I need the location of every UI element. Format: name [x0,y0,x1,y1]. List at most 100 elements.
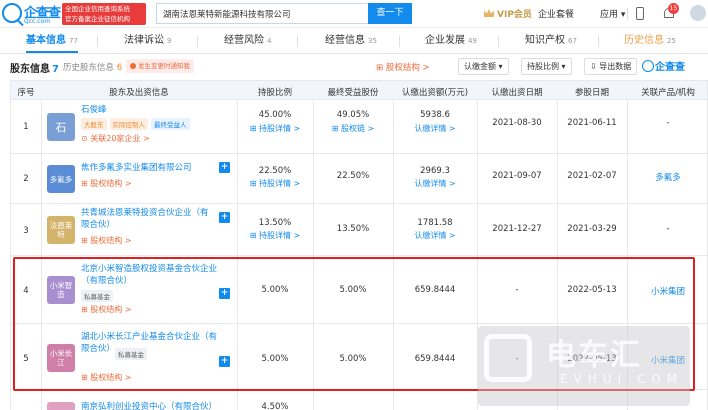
main-tabs: 基本信息 77 法律诉讼 9 经营风险 4 经营信息 35 企业发展 49 知识产权 67 … [0,32,708,54]
product-value: - [666,118,670,128]
col-divider [41,100,42,153]
history-count: 6 [116,63,123,73]
tab-operation[interactable]: 经营信息 35 [325,32,377,53]
table-header: 序号 股东及出资信息 持股比例 最终受益股份 认缴出资额(万元) 认缴出资日期 … [10,80,708,100]
amount-detail-link[interactable]: 认缴详情 > [393,123,477,134]
tab-label: 企业发展 [425,35,465,46]
shareholder-name-link[interactable]: 石俊峰 [81,104,221,116]
tab-count: 77 [69,37,78,45]
row-index: 5 [23,354,29,364]
product-link[interactable]: 多氟多 [627,171,708,183]
shareholder-avatar [47,402,75,410]
row-index: 4 [23,286,29,296]
table-row: 3 法恩莱特 共青城法恩莱特投资合伙企业（有限合伙） ⊞ 股权结构 > + 13… [10,204,708,256]
top-header: 企查查 Qcc.com 全国企业信用查询系统 官方备案企业征信机构 湖南法恩莱特… [0,0,708,28]
ratio-detail-link[interactable]: ⊞ 持股详情 > [237,178,313,189]
equity-structure-link[interactable]: ⊞ 股权结构 > [81,304,132,315]
col-sub-date: 认缴出资日期 [491,88,543,98]
tab-legal[interactable]: 法律诉讼 9 [124,32,171,53]
search-button[interactable]: 查一下 [368,3,412,24]
tab-count: 25 [667,37,676,45]
shareholder-avatar: 法恩莱特 [47,216,75,244]
section-title: 股东信息 7 [10,60,59,75]
shareholder-name-link[interactable]: 共青城法恩莱特投资合伙企业（有限合伙） [81,207,215,231]
row-index: 1 [23,122,29,132]
equity-structure-link[interactable]: ⊞ 股权结构 > [81,372,132,383]
equity-structure-link[interactable]: ⊞ 股权结构 > [376,61,430,73]
product-link[interactable]: 小米集团 [627,285,708,297]
filter-ratio-dropdown[interactable]: 持股比例 ▾ [521,58,572,75]
logo-subtext: Qcc.com [24,18,51,25]
history-shareholders-link[interactable]: 历史股东信息 6 [63,61,122,73]
col-divider [313,390,314,410]
shareholder-name-link[interactable]: 焦作多氟多实业集团有限公司 [81,162,219,174]
expand-plus-button[interactable]: + [219,288,230,299]
nav-divider [627,8,628,20]
qcc-brand: 企查查 [642,58,685,75]
amount-value: 2969.3 [420,166,450,176]
badge-line-2: 官方备案企业征信机构 [65,15,130,23]
tab-risk[interactable]: 经营风险 4 [224,32,271,53]
vip-label: VIP会员 [497,10,532,20]
ratio-value: 45.00% [258,110,292,120]
tab-label: 经营信息 [325,35,365,46]
equity-structure-link[interactable]: ⊞ 股权结构 > [81,235,132,246]
nav-apps[interactable]: 应用 ▾ [600,7,625,20]
shareholder-name-link[interactable]: 南京弘利创业投资中心（有限合伙） [81,401,231,410]
table-row: 2 多氟多 焦作多氟多实业集团有限公司 ⊞ 股权结构 > + 22.50% ⊞ … [10,154,708,204]
amount-detail-link[interactable]: 认缴详情 > [393,178,477,189]
ratio-detail-link[interactable]: ⊞ 持股详情 > [237,230,313,241]
shareholder-avatar: 多氟多 [47,165,75,193]
tab-count: 67 [568,37,577,45]
ratio-value: 5.00% [261,354,289,364]
expand-plus-button[interactable]: + [219,212,230,223]
col-amount: 认缴出资额(万元) [401,88,469,98]
user-avatar[interactable] [690,5,706,21]
tab-ip[interactable]: 知识产权 67 [525,32,577,53]
nav-enterprise-suite[interactable]: 企业套餐 [538,7,574,20]
expand-plus-button[interactable]: + [219,162,230,173]
ratio-detail-link[interactable]: ⊞ 持股详情 > [237,123,313,134]
notify-label: 发生变更时通知我 [138,62,190,70]
row-index: 3 [23,226,29,236]
expand-plus-button[interactable]: + [219,356,230,367]
equity-structure-link[interactable]: ⊞ 股权结构 > [81,178,132,189]
related-companies-link[interactable]: ⊙ 关联20家企业 > [81,133,150,144]
notification-count: 15 [668,3,679,14]
tab-history[interactable]: 历史信息 25 [624,32,676,53]
shareholder-name-link[interactable]: 湖北小米长江产业基金合伙企业（有限合伙） [81,331,221,355]
search-input[interactable]: 湖南法恩莱特新能源科技有限公司 [156,3,368,24]
qcc-logo[interactable]: 企查查 Qcc.com [2,2,61,26]
benefit-value: 13.50% [336,224,370,234]
col-divider [41,154,42,203]
section-title-text: 股东信息 [10,64,50,75]
watermark-text: 电车汇 [546,338,642,373]
ratio-value: 4.50% [261,402,289,410]
shareholder-name-link[interactable]: 北京小米智造股权投资基金合伙企业（有限合伙） [81,263,221,287]
phone-icon[interactable] [636,7,644,20]
col-index: 序号 [17,88,35,98]
filter-amount-dropdown[interactable]: 认缴金额 ▾ [458,58,509,75]
table-row: 4 小米智造 北京小米智造股权投资基金合伙企业（有限合伙） 私募基金 ⊞ 股权结… [10,256,708,324]
notify-change-button[interactable]: 发生变更时通知我 [126,59,194,73]
col-divider [41,324,42,389]
shareholder-tags: 私募基金 [81,290,116,302]
equity-label: 股权结构 [90,236,123,245]
vip-link[interactable]: VIP会员 [484,7,532,20]
section-count: 7 [52,64,59,75]
col-product: 关联产品/机构 [641,88,695,98]
tab-separator [297,36,298,47]
equity-label: 股权结构 [90,305,123,314]
amount-value: 659.8444 [414,354,456,364]
shareholder-avatar: 小米智造 [47,276,75,304]
tab-label: 法律诉讼 [124,35,164,46]
export-button[interactable]: ⇩ 导出数据 [584,58,638,75]
tab-basic-info[interactable]: 基本信息 77 [26,32,78,53]
detail-label: 持股详情 [259,124,291,133]
tab-development[interactable]: 企业发展 49 [425,32,477,53]
related-label: 关联20家企业 [90,134,141,143]
equity-chain-link[interactable]: ⊞ 股权链 > [313,123,393,134]
join-date-value: 2021-02-07 [567,171,617,181]
amount-detail-link[interactable]: 认缴详情 > [393,230,477,241]
equity-label: 股权结构 [90,373,123,382]
